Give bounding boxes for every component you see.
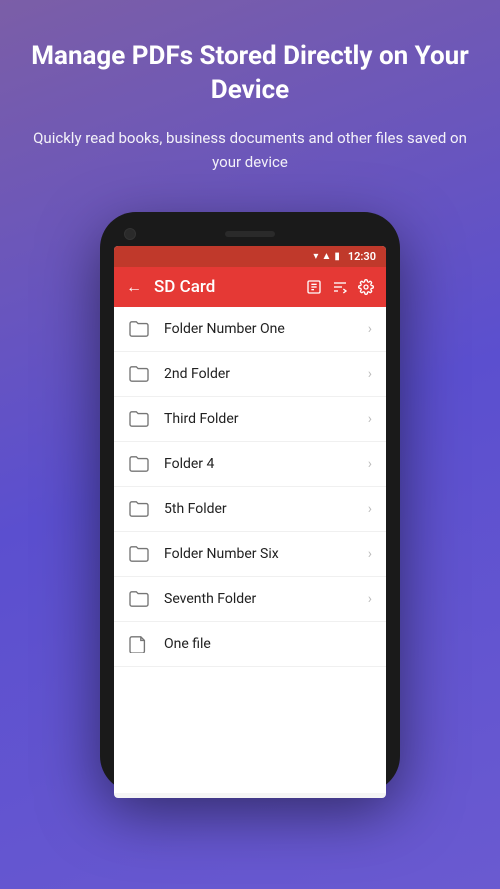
list-item[interactable]: 2nd Folder › — [114, 352, 386, 397]
hero-subtitle: Quickly read books, business documents a… — [30, 126, 470, 174]
chevron-right-icon: › — [368, 546, 372, 562]
list-item[interactable]: Folder Number Six › — [114, 532, 386, 577]
folder-icon — [128, 455, 150, 473]
phone-speaker — [225, 231, 275, 237]
chevron-right-icon: › — [368, 591, 372, 607]
signal-icon: ▲ — [321, 251, 331, 262]
file-name: 5th Folder — [164, 501, 368, 517]
phone-screen: ▾ ▲ ▮ 12:30 ← SD Card — [114, 246, 386, 798]
wifi-icon: ▾ — [313, 251, 318, 262]
file-name: Third Folder — [164, 411, 368, 427]
phone-mockup: ▾ ▲ ▮ 12:30 ← SD Card — [0, 212, 500, 792]
hero-section: Manage PDFs Stored Directly on Your Devi… — [0, 0, 500, 194]
app-bar-actions — [306, 279, 374, 295]
sort-icon-button[interactable] — [332, 279, 348, 295]
file-name: Folder Number One — [164, 321, 368, 337]
folder-icon — [128, 590, 150, 608]
chevron-right-icon: › — [368, 501, 372, 517]
file-name: 2nd Folder — [164, 366, 368, 382]
folder-icon — [128, 545, 150, 563]
list-item[interactable]: One file — [114, 622, 386, 667]
folder-icon — [128, 320, 150, 338]
list-item[interactable]: Folder 4 › — [114, 442, 386, 487]
list-item[interactable]: Folder Number One › — [114, 307, 386, 352]
phone-notch — [114, 226, 386, 246]
status-time: 12:30 — [348, 250, 376, 263]
chevron-right-icon: › — [368, 411, 372, 427]
list-item[interactable]: 5th Folder › — [114, 487, 386, 532]
settings-icon-button[interactable] — [358, 279, 374, 295]
file-list: Folder Number One › 2nd Folder › Third F… — [114, 307, 386, 793]
file-name: Seventh Folder — [164, 591, 368, 607]
status-icons: ▾ ▲ ▮ — [313, 251, 339, 262]
chevron-right-icon: › — [368, 321, 372, 337]
list-item[interactable]: Seventh Folder › — [114, 577, 386, 622]
folder-icon — [128, 410, 150, 428]
app-bar: ← SD Card — [114, 267, 386, 307]
file-name: One file — [164, 636, 372, 652]
status-bar: ▾ ▲ ▮ 12:30 — [114, 246, 386, 267]
file-name: Folder 4 — [164, 456, 368, 472]
hero-title: Manage PDFs Stored Directly on Your Devi… — [30, 40, 470, 108]
list-item[interactable]: Third Folder › — [114, 397, 386, 442]
file-icon-button[interactable] — [306, 279, 322, 295]
file-icon — [128, 635, 150, 653]
folder-icon — [128, 365, 150, 383]
chevron-right-icon: › — [368, 366, 372, 382]
phone-camera — [124, 228, 136, 240]
phone-body: ▾ ▲ ▮ 12:30 ← SD Card — [100, 212, 400, 792]
file-name: Folder Number Six — [164, 546, 368, 562]
battery-icon: ▮ — [334, 251, 340, 262]
back-button[interactable]: ← — [126, 277, 142, 297]
chevron-right-icon: › — [368, 456, 372, 472]
folder-icon — [128, 500, 150, 518]
app-bar-title: SD Card — [154, 277, 294, 297]
